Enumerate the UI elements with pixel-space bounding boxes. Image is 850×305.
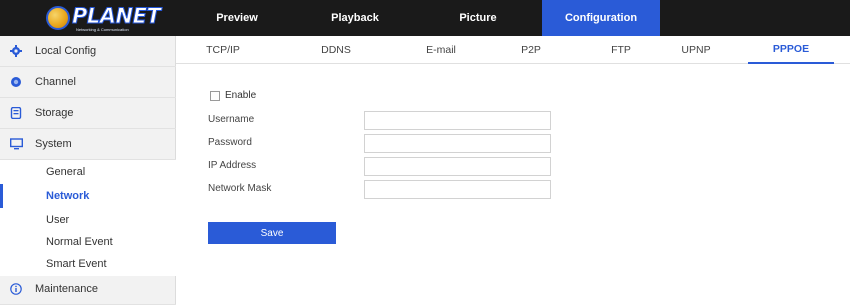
tab-tcp-ip[interactable]: TCP/IP <box>188 36 258 64</box>
nav-preview[interactable]: Preview <box>178 0 296 36</box>
gear-icon <box>9 44 23 58</box>
subitem-label: Network <box>46 190 90 202</box>
sidebar-item-label: Maintenance <box>35 283 98 295</box>
network-mask-label: Network Mask <box>208 183 272 194</box>
enable-checkbox[interactable] <box>210 90 220 101</box>
nav-configuration[interactable]: Configuration <box>542 0 660 36</box>
tab-email[interactable]: E-mail <box>401 36 481 64</box>
ip-address-field[interactable] <box>364 157 551 176</box>
brand-tagline: Networking & Communication <box>76 27 129 32</box>
subitem-label: Smart Event <box>46 258 107 270</box>
sidebar-item-channel[interactable]: Channel <box>0 67 176 98</box>
monitor-icon <box>9 137 23 151</box>
top-bar: PLANET Networking & Communication Previe… <box>0 0 850 36</box>
tab-pppoe[interactable]: PPPOE <box>748 36 834 64</box>
username-field[interactable] <box>364 111 551 130</box>
sidebar-item-maintenance[interactable]: Maintenance <box>0 274 176 305</box>
subitem-general[interactable]: General <box>0 160 176 184</box>
subitem-network[interactable]: Network <box>0 184 176 208</box>
subitem-label: General <box>46 166 86 178</box>
password-label: Password <box>208 137 252 148</box>
nav-picture[interactable]: Picture <box>414 0 542 36</box>
sidebar-item-system[interactable]: System <box>0 129 176 160</box>
tab-ddns[interactable]: DDNS <box>296 36 376 64</box>
subitem-normal-event[interactable]: Normal Event <box>0 230 176 254</box>
subitem-label: Normal Event <box>46 236 113 248</box>
tab-p2p[interactable]: P2P <box>491 36 571 64</box>
sidebar: Local Config Channel Storage System Gene… <box>0 36 176 305</box>
sidebar-item-label: Channel <box>35 76 76 88</box>
enable-row[interactable]: Enable <box>210 90 256 101</box>
subitem-smart-event[interactable]: Smart Event <box>0 252 176 276</box>
tab-ftp[interactable]: FTP <box>581 36 661 64</box>
save-button[interactable]: Save <box>208 222 336 244</box>
ip-address-label: IP Address <box>208 160 257 171</box>
storage-icon <box>9 106 23 120</box>
password-field[interactable] <box>364 134 551 153</box>
sidebar-item-local-config[interactable]: Local Config <box>0 36 176 67</box>
subitem-user[interactable]: User <box>0 208 176 232</box>
network-mask-field[interactable] <box>364 180 551 199</box>
tab-upnp[interactable]: UPNP <box>656 36 736 64</box>
globe-icon <box>46 6 70 30</box>
sidebar-item-storage[interactable]: Storage <box>0 98 176 129</box>
enable-label: Enable <box>225 90 257 101</box>
subitem-label: User <box>46 214 70 226</box>
camera-icon <box>9 75 23 89</box>
brand-name: PLANET <box>71 4 161 29</box>
sidebar-item-label: Storage <box>35 107 74 119</box>
sidebar-item-label: Local Config <box>35 45 97 57</box>
username-label: Username <box>208 114 255 125</box>
info-icon <box>9 282 23 296</box>
planet-logo: PLANET Networking & Communication <box>38 4 161 32</box>
sidebar-item-label: System <box>35 138 72 150</box>
network-tabs: TCP/IP DDNS E-mail P2P FTP UPNP PPPOE <box>176 36 850 64</box>
nav-playback[interactable]: Playback <box>296 0 414 36</box>
